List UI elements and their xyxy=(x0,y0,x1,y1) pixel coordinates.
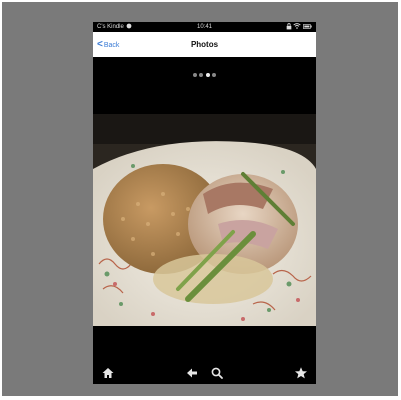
navigation-bar: <Back Photos xyxy=(93,32,316,57)
page-dot-active[interactable] xyxy=(205,72,210,77)
bottom-toolbar xyxy=(93,362,316,384)
status-clock: 10:41 xyxy=(196,24,212,30)
status-bar: C's Kindle 10:41 xyxy=(93,22,316,32)
device-screen: C's Kindle 10:41 <Back Photos xyxy=(93,22,316,384)
star-icon[interactable] xyxy=(294,366,308,380)
status-icons xyxy=(286,22,312,32)
battery-icon xyxy=(303,24,312,29)
back-arrow-icon[interactable] xyxy=(185,366,199,380)
wifi-icon xyxy=(293,23,301,30)
page-dot[interactable] xyxy=(199,72,204,77)
food-photo xyxy=(93,114,316,326)
home-icon[interactable] xyxy=(101,366,115,380)
lock-icon xyxy=(286,23,291,30)
page-dot[interactable] xyxy=(212,72,217,77)
page-dot[interactable] xyxy=(192,72,197,77)
page-indicator[interactable] xyxy=(93,66,316,77)
page-title: Photos xyxy=(190,40,219,49)
photo-image[interactable] xyxy=(93,114,316,326)
search-icon[interactable] xyxy=(210,366,224,380)
